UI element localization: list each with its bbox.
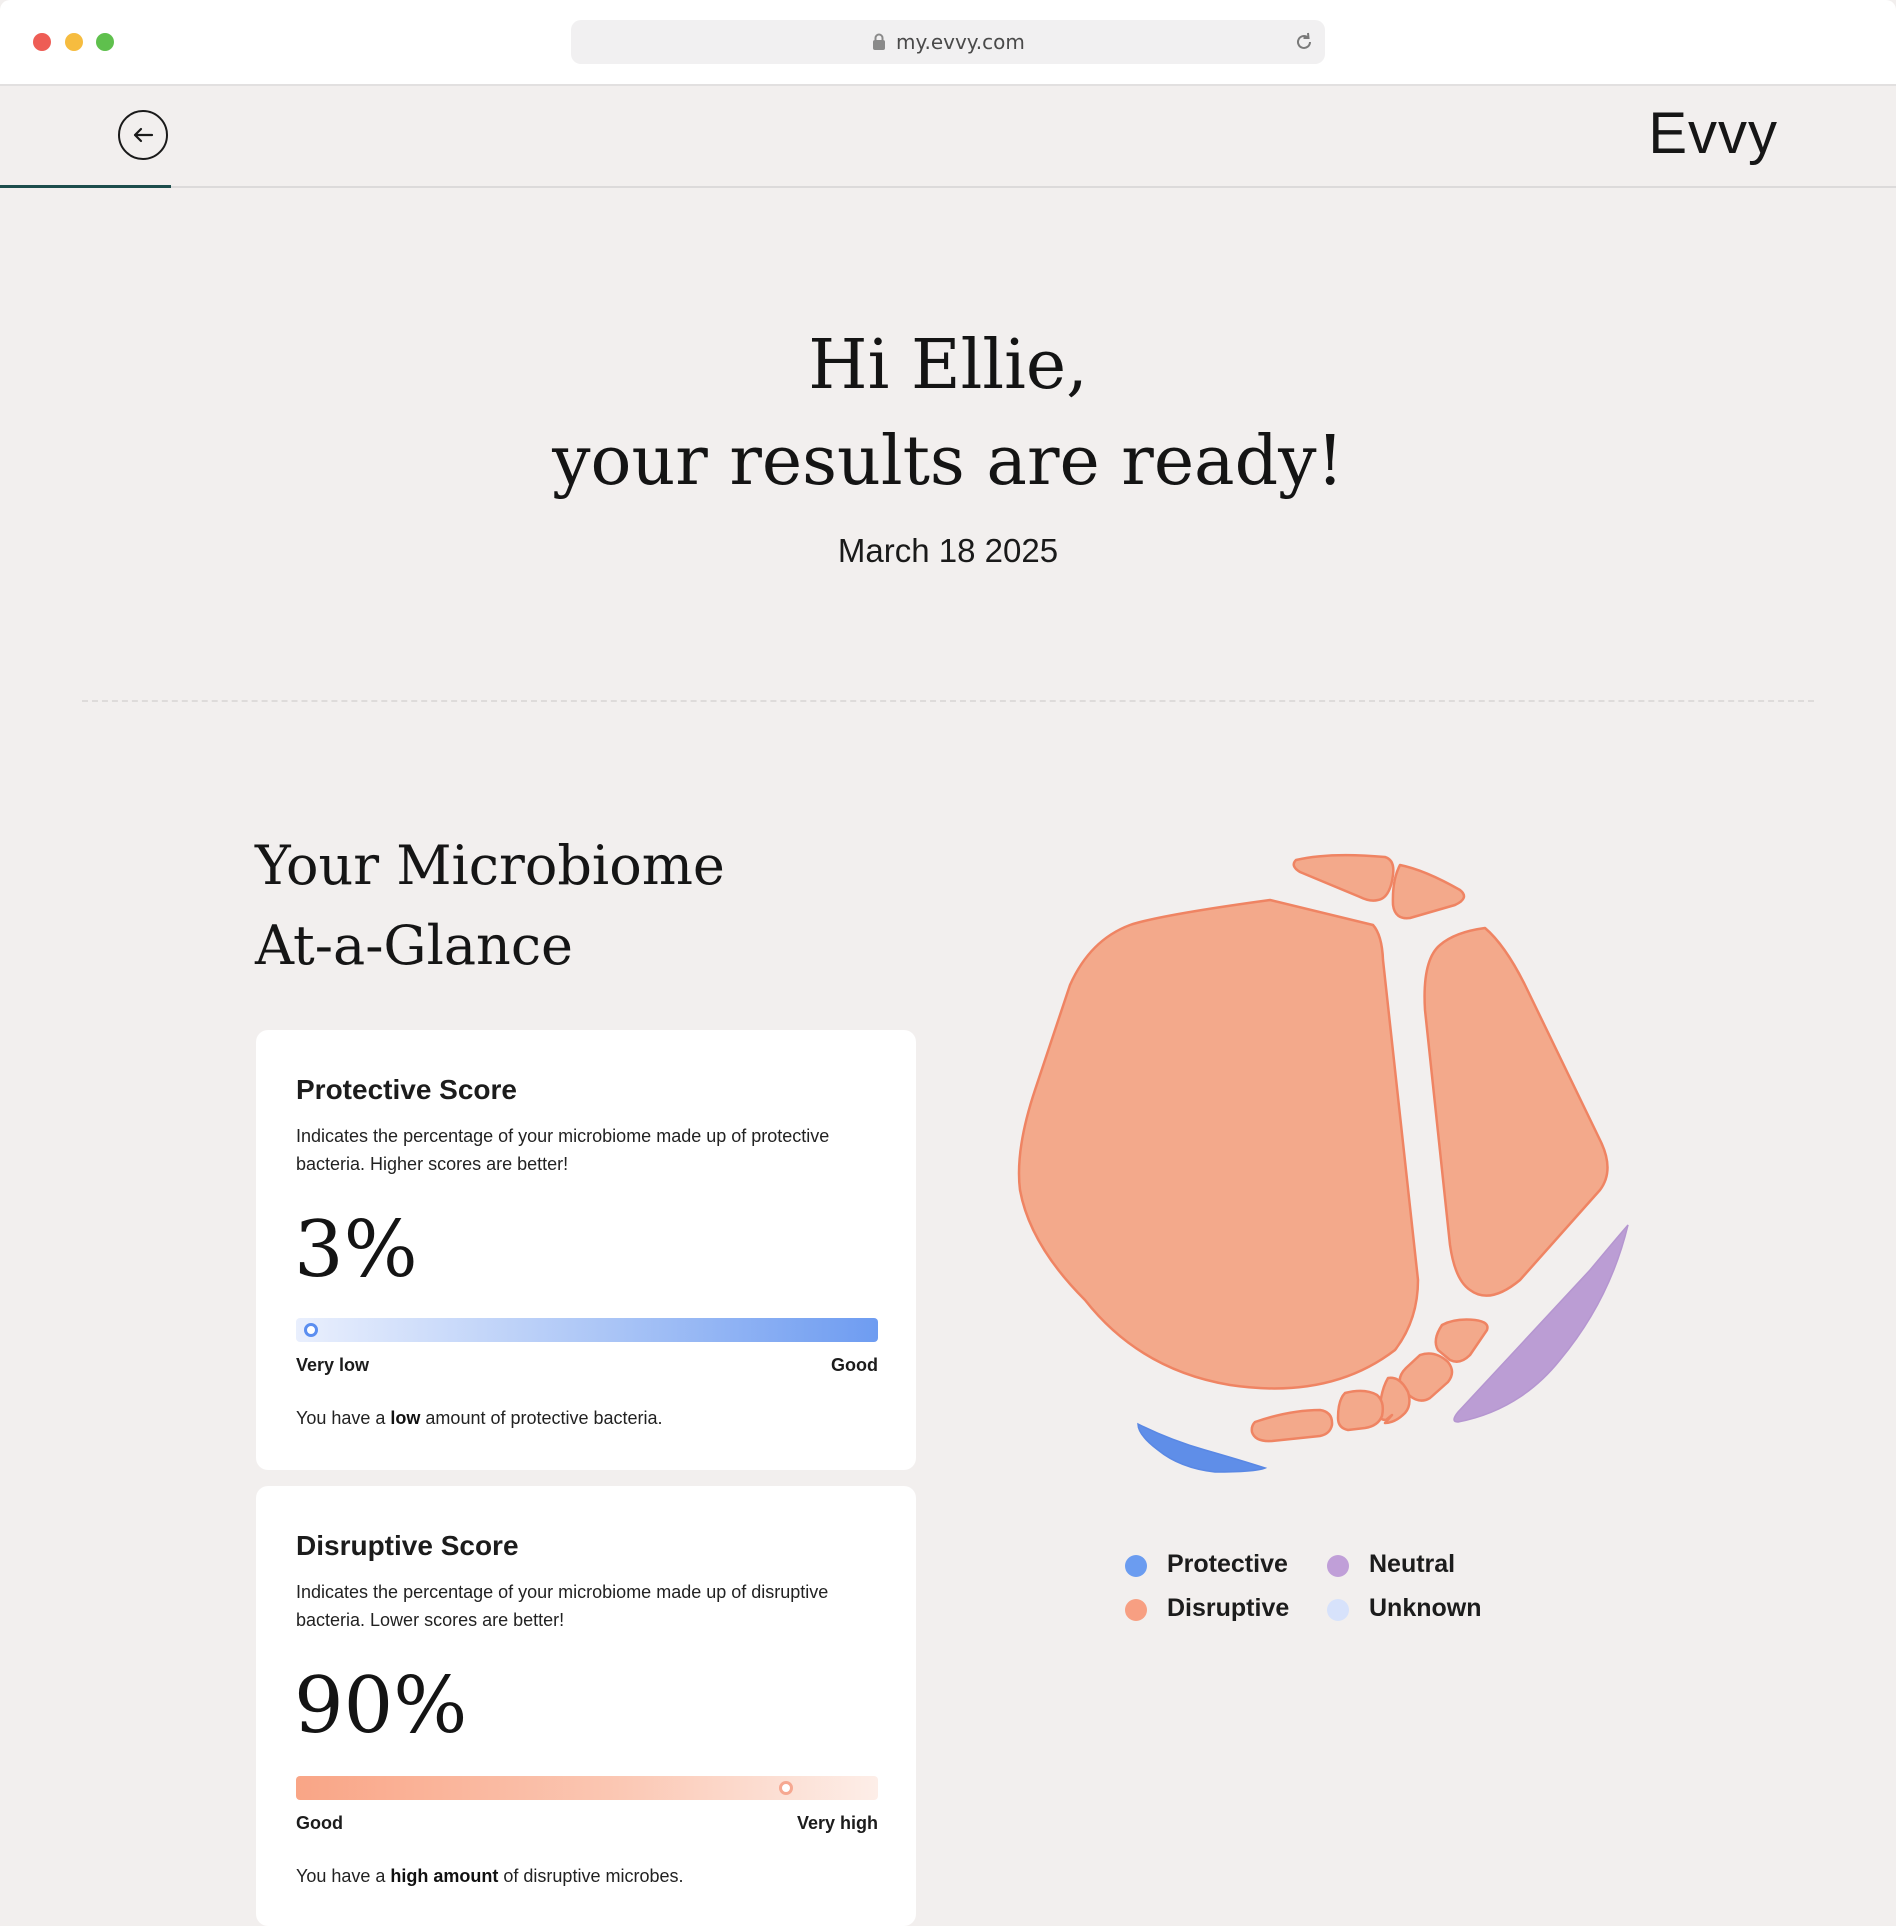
section-title: Your Microbiome At-a-Glance <box>255 826 725 986</box>
legend-label-disruptive: Disruptive <box>1167 1594 1290 1622</box>
bar-label-right: Good <box>831 1355 878 1375</box>
maximize-window-button[interactable] <box>96 33 114 51</box>
summary-suffix: amount of protective bacteria. <box>420 1408 663 1428</box>
bar-label-left: Very low <box>296 1355 370 1375</box>
hero: Hi Ellie, your results are ready! March … <box>0 318 1896 570</box>
url-text: my.evvy.com <box>896 30 1025 54</box>
protective-region <box>1137 1422 1268 1473</box>
protective-score-bar <box>296 1318 878 1342</box>
section-divider <box>82 700 1814 702</box>
score-marker <box>304 1323 318 1337</box>
card-description: Indicates the percentage of your microbi… <box>296 1582 829 1630</box>
score-summary: You have a high amount of disruptive mic… <box>296 1866 683 1887</box>
disruptive-region-small-5 <box>1250 1408 1334 1443</box>
disruptive-region-large <box>1017 898 1420 1390</box>
arrow-left-icon <box>133 127 154 143</box>
address-bar[interactable]: my.evvy.com <box>571 20 1325 64</box>
evvy-logo[interactable]: Evvy <box>1648 100 1778 167</box>
disruptive-region-small-4 <box>1336 1389 1385 1432</box>
legend-label-neutral: Neutral <box>1369 1550 1456 1578</box>
legend-swatch-unknown <box>1327 1599 1349 1621</box>
app-header: Evvy <box>0 86 1896 188</box>
active-tab-indicator <box>0 185 171 188</box>
bar-label-right: Very high <box>796 1813 878 1833</box>
card-title: Protective Score <box>296 1074 517 1105</box>
legend-label-protective: Protective <box>1167 1550 1288 1578</box>
card-description: Indicates the percentage of your microbi… <box>296 1126 830 1174</box>
summary-suffix: of disruptive microbes. <box>498 1866 684 1886</box>
summary-emphasis: high amount <box>390 1866 499 1886</box>
disruptive-region-top-right <box>1391 863 1466 920</box>
greeting-heading: Hi Ellie, your results are ready! <box>0 318 1896 510</box>
minimize-window-button[interactable] <box>65 33 83 51</box>
score-marker <box>779 1781 793 1795</box>
reload-icon[interactable] <box>1293 31 1315 53</box>
section-title-line1: Your Microbiome <box>255 834 725 897</box>
microbiome-composition-illustration <box>1017 853 1629 1473</box>
headline-line: your results are ready! <box>552 422 1344 501</box>
disruptive-region-small-1 <box>1434 1318 1489 1363</box>
summary-prefix: You have a <box>296 1866 391 1886</box>
legend-swatch-protective <box>1125 1555 1147 1577</box>
legend-swatch-neutral <box>1327 1555 1349 1577</box>
protective-score-card: Protective Score Indicates the percentag… <box>256 1030 916 1470</box>
summary-prefix: You have a <box>296 1408 391 1428</box>
back-button[interactable] <box>118 110 168 160</box>
disruptive-score-value: 90% <box>294 1661 468 1751</box>
summary-emphasis: low <box>390 1408 421 1428</box>
lock-icon <box>873 33 885 50</box>
section-title-line2: At-a-Glance <box>255 914 574 977</box>
legend-swatch-disruptive <box>1125 1599 1147 1621</box>
disruptive-score-card: Disruptive Score Indicates the percentag… <box>256 1486 916 1926</box>
close-window-button[interactable] <box>33 33 51 51</box>
results-date: March 18 2025 <box>837 532 1059 569</box>
disruptive-region-top-left <box>1292 853 1395 902</box>
card-title: Disruptive Score <box>296 1530 519 1561</box>
browser-window-chrome: my.evvy.com <box>0 0 1896 86</box>
protective-score-value: 3% <box>294 1205 418 1295</box>
score-summary: You have a low amount of protective bact… <box>296 1408 663 1429</box>
bar-label-left: Good <box>296 1813 343 1833</box>
disruptive-score-bar <box>296 1776 878 1800</box>
disruptive-region-right <box>1423 926 1609 1297</box>
greeting-line: Hi Ellie, <box>808 326 1088 405</box>
legend-label-unknown: Unknown <box>1369 1594 1482 1622</box>
